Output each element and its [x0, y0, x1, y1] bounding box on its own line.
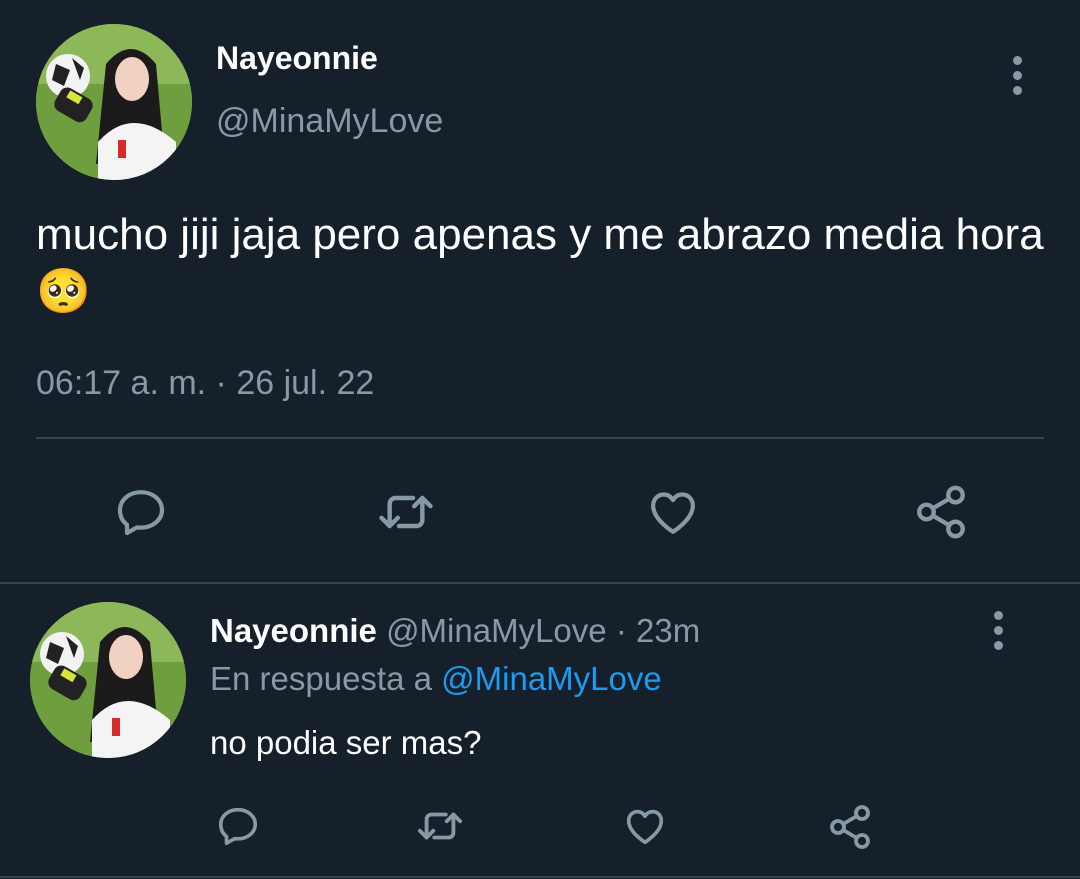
bottom-divider	[0, 876, 1080, 878]
tweet-text: mucho jiji jaja pero apenas y me abrazo …	[36, 210, 1044, 316]
reply-context: En respuesta a @MinaMyLove	[210, 660, 662, 698]
reply-icon[interactable]	[210, 800, 266, 852]
display-name[interactable]: Nayeonnie	[216, 40, 378, 77]
section-divider	[0, 582, 1080, 584]
display-name[interactable]: Nayeonnie	[210, 612, 377, 649]
reply-header: Nayeonnie @MinaMyLove · 23m	[210, 612, 700, 650]
separator: ·	[615, 612, 627, 649]
user-handle[interactable]: @MinaMyLove	[216, 102, 443, 141]
share-icon[interactable]	[906, 480, 976, 544]
like-icon[interactable]	[638, 480, 708, 544]
divider	[36, 437, 1044, 439]
user-handle[interactable]: @MinaMyLove	[386, 612, 607, 649]
tweet-text: no podia ser mas?	[210, 724, 482, 761]
tweet-timestamp: 06:17 a. m. · 26 jul. 22	[36, 364, 375, 402]
avatar[interactable]	[30, 602, 186, 758]
retweet-icon[interactable]	[411, 800, 469, 852]
more-options-icon[interactable]	[978, 600, 1018, 660]
avatar[interactable]	[36, 24, 192, 180]
like-icon[interactable]	[617, 800, 673, 852]
reply-context-label: En respuesta a	[210, 660, 432, 697]
mention-link[interactable]: @MinaMyLove	[441, 660, 662, 697]
retweet-icon[interactable]	[370, 480, 442, 544]
more-options-icon[interactable]	[997, 45, 1037, 105]
share-icon[interactable]	[822, 800, 878, 854]
tweet-age: 23m	[635, 612, 701, 649]
reply-icon[interactable]	[106, 480, 176, 544]
